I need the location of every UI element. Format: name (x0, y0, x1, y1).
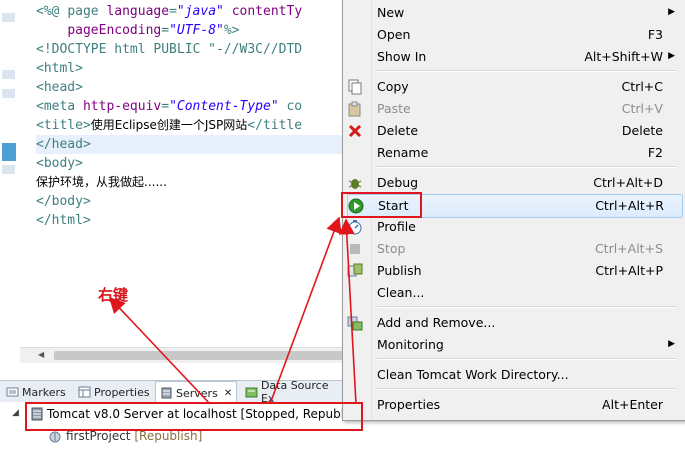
arrow-to-annotation (108, 296, 211, 405)
arrow-to-menu-start (269, 216, 342, 405)
annotation-arrows (108, 216, 357, 405)
arrow-to-menu-start-2 (338, 218, 357, 405)
